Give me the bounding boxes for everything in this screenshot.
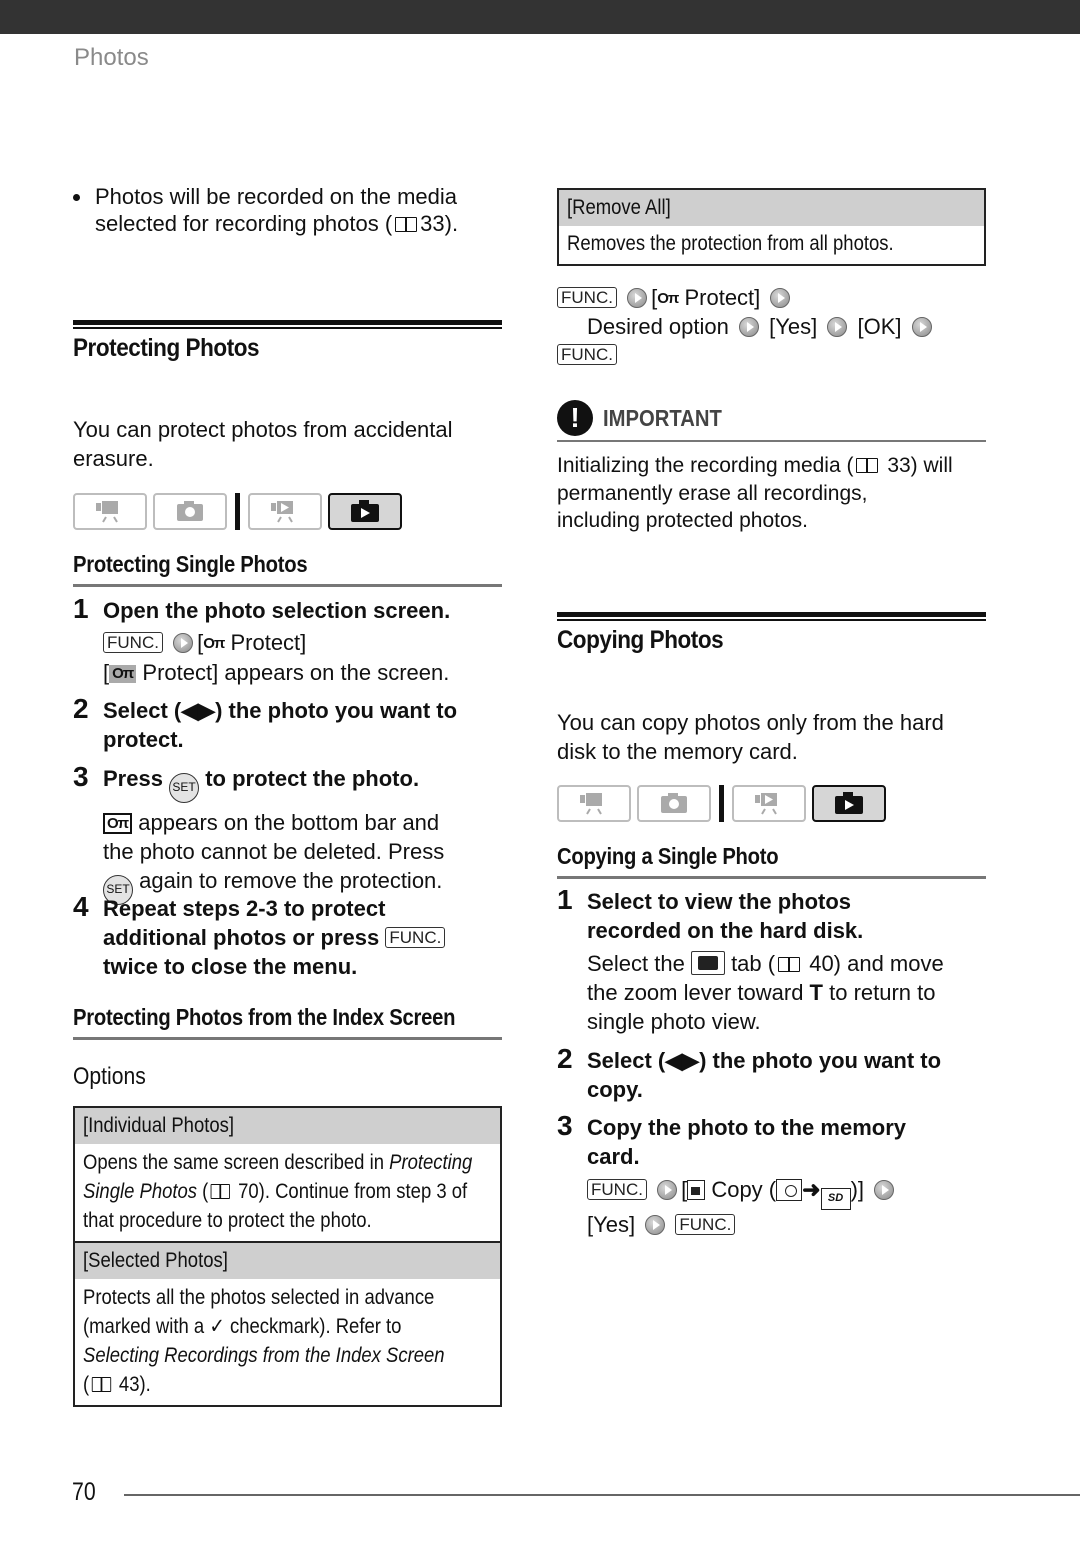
subsection-rule: [73, 1037, 502, 1040]
movie-playback-mode-icon: [248, 492, 322, 530]
top-bar: [0, 0, 1080, 34]
book-reference-icon: [395, 217, 418, 232]
section-header: Photos: [74, 44, 149, 71]
bullet-note: Photos will be recorded on the media sel…: [73, 183, 502, 237]
important-rule: [557, 440, 986, 442]
checkmark-icon: ✓: [209, 1315, 225, 1338]
option-selected-photos: [Selected Photos]: [75, 1243, 500, 1279]
mode-separator: [719, 784, 724, 822]
protected-status-icon: Oπ: [103, 813, 133, 834]
func-button: FUNC.: [557, 344, 617, 365]
set-button-icon: SET: [169, 773, 200, 803]
protect-key-icon: Oπ: [657, 290, 679, 307]
book-reference-icon: [210, 1184, 231, 1199]
func-button: FUNC.: [587, 1179, 647, 1200]
photo-playback-mode-icon: [328, 492, 402, 530]
options-table: [Individual Photos] Opens the same scree…: [73, 1106, 502, 1407]
options-label: Options: [73, 1063, 146, 1090]
step-2: 2 Select (◀▶) the photo you want to prot…: [73, 693, 458, 752]
photo-playback-mode-icon: [812, 784, 886, 822]
mode-separator: [235, 492, 240, 530]
book-reference-icon: [778, 957, 801, 972]
mode-indicator-row: [73, 492, 402, 530]
section-title-protecting: Protecting Photos: [73, 334, 260, 362]
next-arrow-icon: [739, 317, 759, 337]
next-arrow-icon: [827, 317, 848, 337]
option-remove-all-description: Removes the protection from all photos.: [567, 232, 894, 255]
right-arrow-icon: ➜: [802, 1177, 821, 1202]
movie-record-mode-icon: [73, 492, 147, 530]
intro-text: You can protect photos from accidental e…: [73, 417, 453, 471]
next-arrow-icon: [770, 288, 791, 308]
exclamation-icon: !: [557, 400, 593, 436]
footer-rule: [124, 1494, 1080, 1496]
subsection-rule: [73, 584, 502, 587]
next-arrow-icon: [911, 317, 932, 337]
subsection-title-copy-single: Copying a Single Photo: [557, 843, 779, 869]
next-arrow-icon: [173, 633, 194, 653]
subsection-rule: [557, 876, 986, 879]
bullet-dot: [73, 194, 80, 201]
next-arrow-icon: [627, 288, 648, 308]
step-4: 4 Repeat steps 2-3 to protect additional…: [73, 891, 502, 981]
func-button: FUNC.: [557, 287, 617, 308]
copy-step-3: 3 Copy the photo to the memory card. FUN…: [557, 1110, 906, 1237]
next-arrow-icon: [874, 1180, 895, 1200]
movie-playback-mode-icon: [732, 784, 806, 822]
func-button: FUNC.: [675, 1214, 736, 1235]
section-rule: [557, 612, 986, 621]
protect-procedure: FUNC. [Oπ Protect] Desired option [Yes] …: [557, 284, 986, 369]
hdd-photo-tab-icon: [690, 951, 725, 975]
copy-photo-icon: [687, 1180, 706, 1200]
remove-all-table: [Remove All] Removes the protection from…: [557, 188, 986, 266]
copy-step-2: 2 Select (◀▶) the photo you want to copy…: [557, 1043, 942, 1102]
func-button: FUNC.: [385, 927, 446, 948]
step-1: 1 Open the photo selection screen. FUNC.…: [73, 593, 451, 685]
next-arrow-icon: [645, 1215, 666, 1235]
subsection-title-single: Protecting Single Photos: [73, 551, 308, 577]
step-3: 3 Press SET to protect the photo. Oπ app…: [73, 761, 502, 905]
important-box: ! IMPORTANT Initializing the recording m…: [557, 398, 986, 535]
photo-record-mode-icon: [637, 784, 711, 822]
option-remove-all: [Remove All]: [559, 190, 984, 226]
copy-intro: You can copy photos only from the hard d…: [557, 710, 944, 764]
func-button: FUNC.: [103, 632, 163, 653]
option-individual-description: Opens the same screen described in Prote…: [75, 1144, 500, 1243]
option-selected-description: Protects all the photos selected in adva…: [83, 1286, 445, 1396]
next-arrow-icon: [657, 1180, 678, 1200]
movie-record-mode-icon: [557, 784, 631, 822]
book-reference-icon: [91, 1377, 112, 1392]
protect-key-icon: Oπ: [109, 665, 137, 683]
section-title-copying: Copying Photos: [557, 626, 724, 654]
copy-step-1: 1 Select to view the photos recorded on …: [557, 884, 944, 1034]
protect-key-icon: Oπ: [203, 635, 225, 652]
page-number: 70: [72, 1478, 96, 1506]
book-reference-icon: [856, 458, 879, 473]
photo-record-mode-icon: [153, 492, 227, 530]
sd-card-icon: SD: [820, 1188, 851, 1210]
option-individual-photos: [Individual Photos]: [75, 1108, 500, 1144]
mode-indicator-row: [557, 784, 886, 822]
subsection-title-index: Protecting Photos from the Index Screen: [73, 1004, 456, 1030]
hard-disk-icon: [776, 1179, 803, 1201]
section-rule: [73, 320, 502, 329]
